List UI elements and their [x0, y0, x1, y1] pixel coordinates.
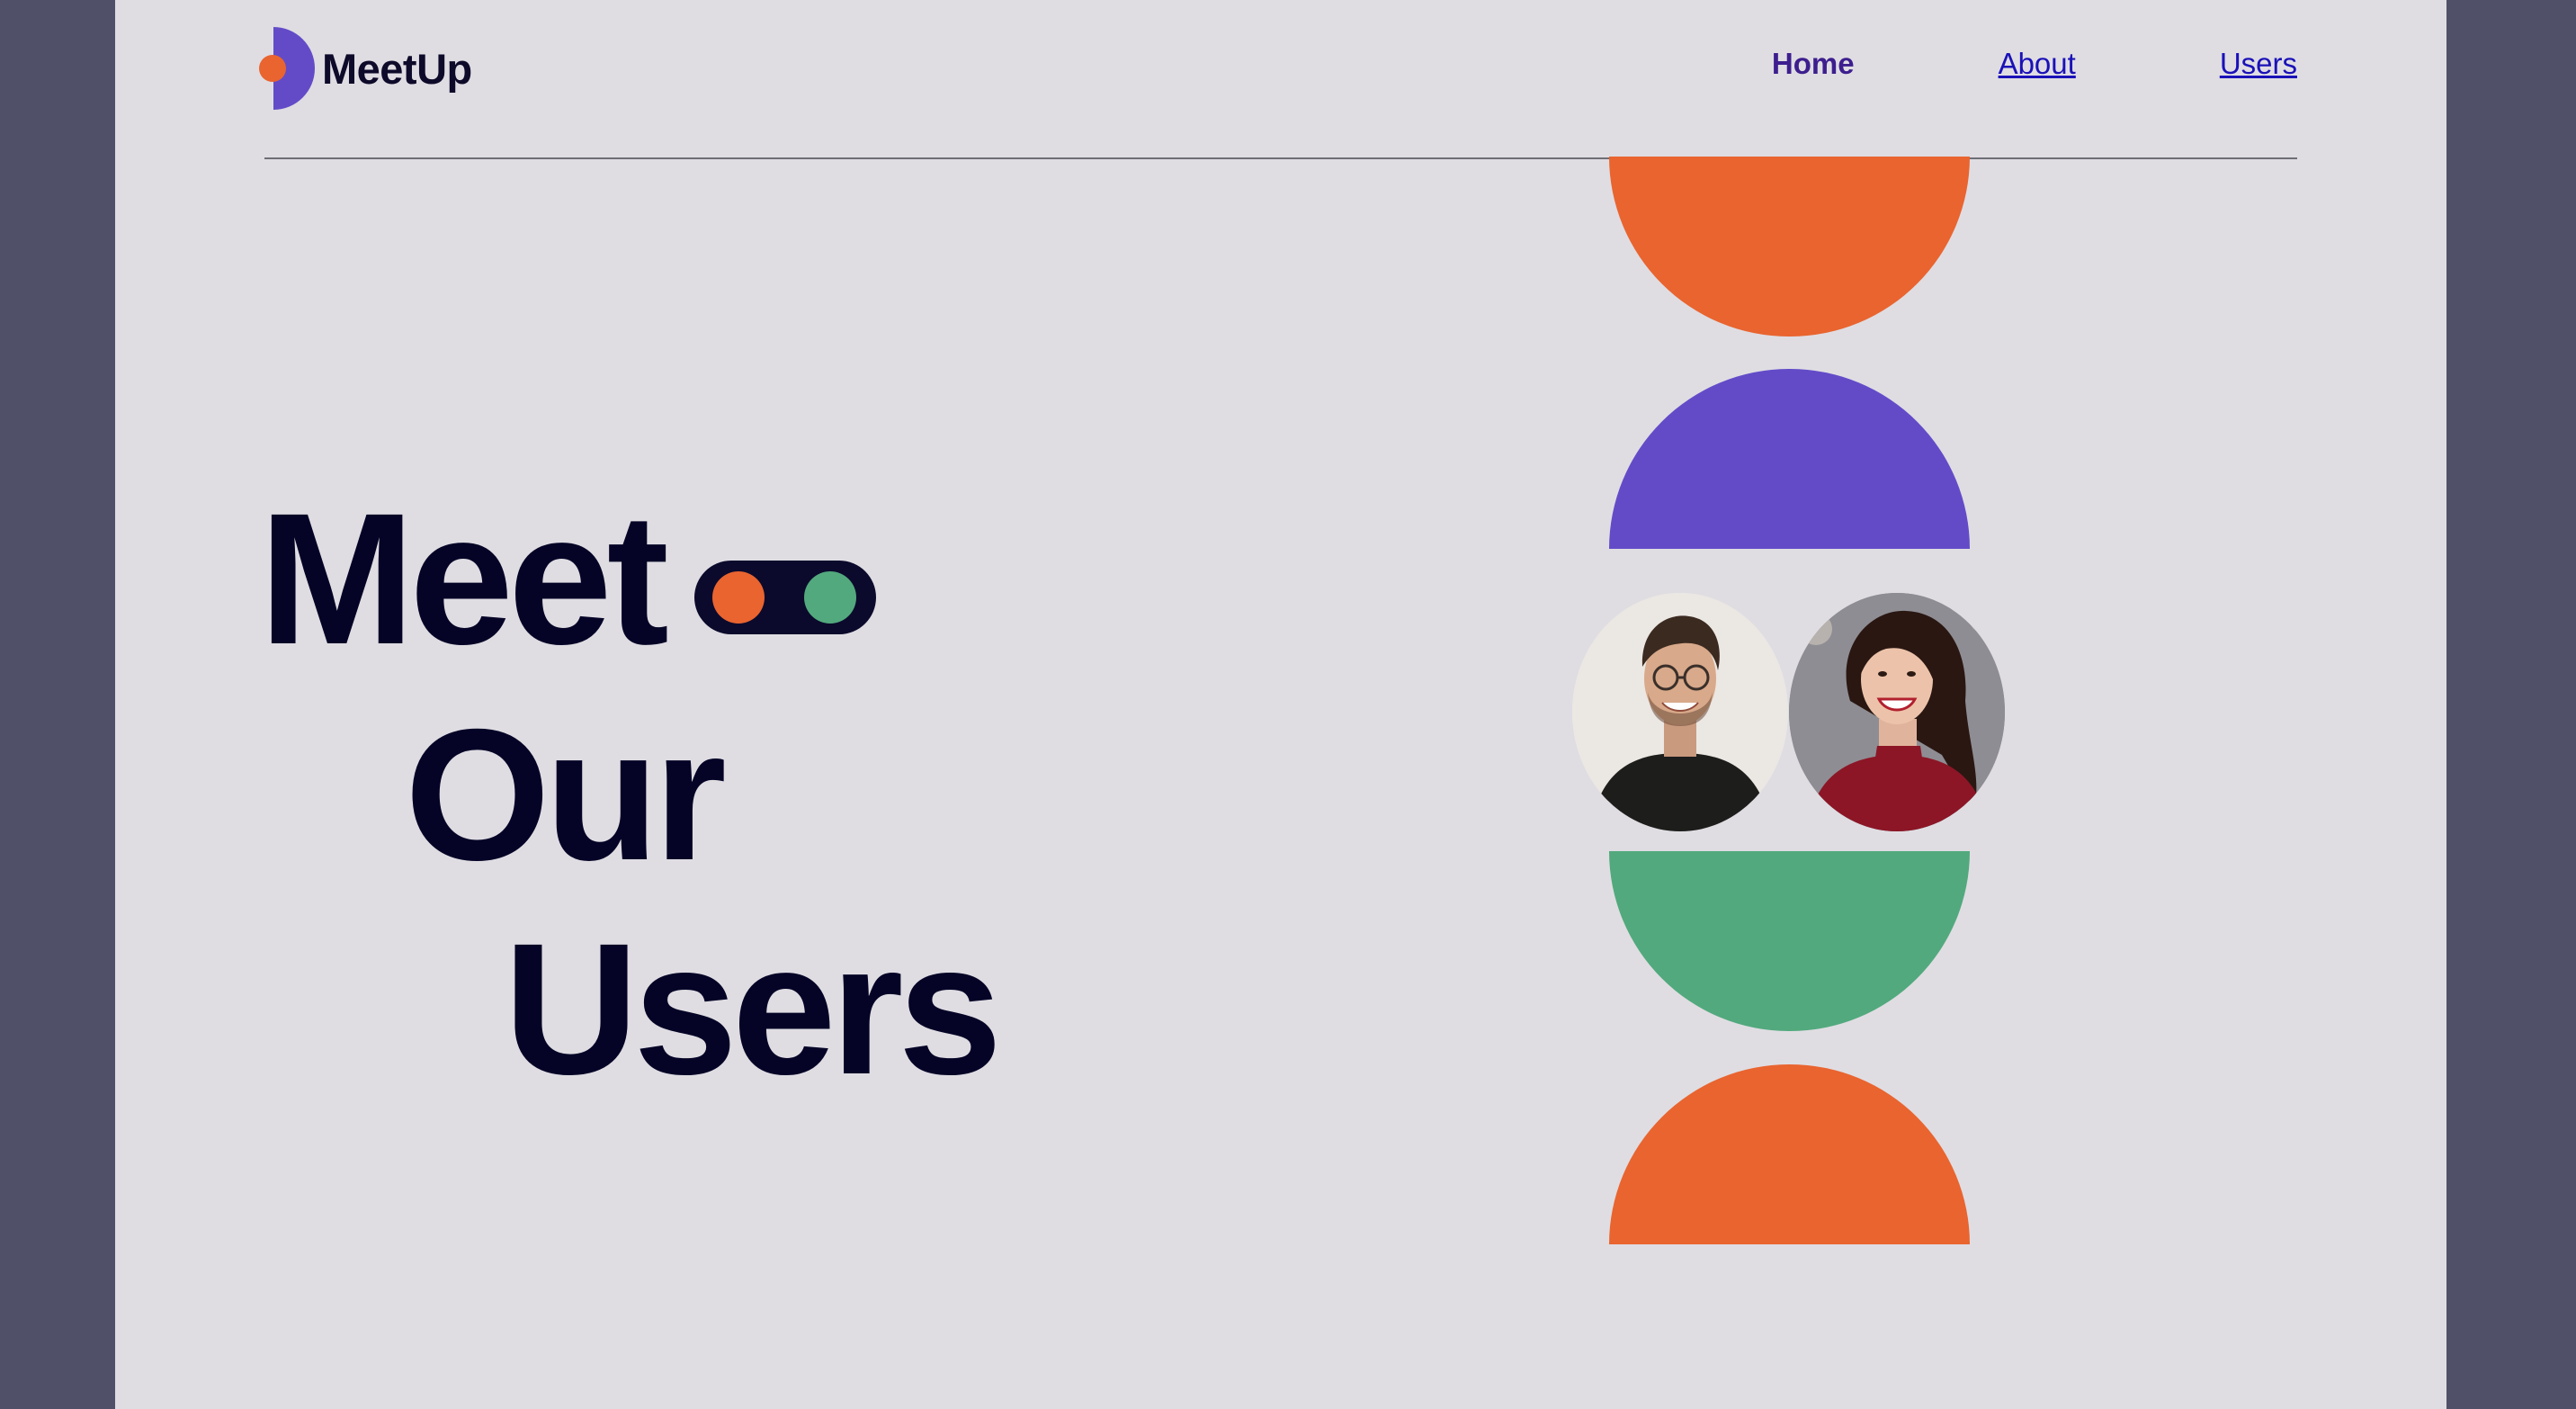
main-nav: Home About Users	[1772, 47, 2297, 81]
man-portrait-icon	[1572, 593, 1788, 831]
hero-heading-meet: Meet	[259, 475, 669, 684]
header-divider	[264, 157, 2297, 159]
orange-half-circle-top	[1609, 157, 1970, 337]
two-dot-toggle-icon	[694, 561, 876, 634]
woman-portrait-icon	[1789, 593, 2005, 831]
toggle-dot-green	[804, 571, 856, 624]
logo-text: MeetUp	[322, 44, 472, 93]
nav-about-link[interactable]: About	[1999, 47, 2076, 81]
page: MeetUp Home About Users Meet Our Users	[115, 0, 2446, 1409]
toggle-dot-orange	[712, 571, 765, 624]
nav-users-link[interactable]: Users	[2220, 47, 2297, 81]
user-avatar-man	[1572, 593, 1788, 831]
purple-half-circle	[1609, 369, 1970, 549]
nav-home-link[interactable]: Home	[1772, 47, 1855, 81]
hero-heading-our: Our	[405, 691, 727, 900]
user-avatar-woman	[1789, 593, 2005, 831]
half-circle-dot-logo-icon	[254, 25, 315, 112]
logo-dot	[259, 55, 286, 82]
logo[interactable]: MeetUp	[254, 25, 472, 112]
orange-half-circle-bottom	[1609, 1064, 1970, 1244]
hero-heading-users: Users	[504, 905, 1002, 1114]
green-half-circle	[1609, 851, 1970, 1031]
